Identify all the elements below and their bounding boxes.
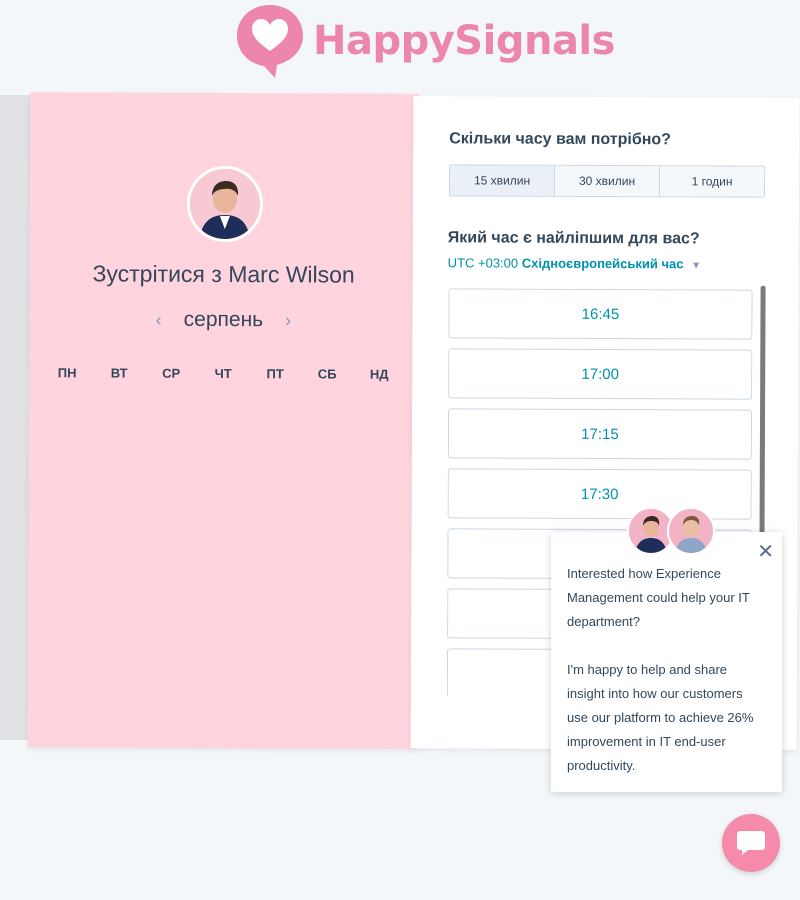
timezone-name: Східноєвропейський час [521, 255, 684, 272]
weekday-tue: ВТ [110, 365, 128, 381]
close-icon[interactable]: ✕ [757, 542, 774, 562]
weekday-fri: ПТ [266, 366, 284, 382]
duration-selector: 15 хвилин 30 хвилин 1 годин [448, 164, 766, 198]
host-panel: Зустрітися з Marc Wilson ‹ серпень › ПН … [27, 92, 419, 749]
person-avatar-icon [189, 168, 261, 240]
chevron-right-icon[interactable]: › [285, 310, 291, 331]
time-question: Який час є найліпшим для вас? [447, 229, 700, 248]
weekday-thu: ЧТ [214, 365, 232, 382]
chat-agent-avatars [627, 507, 715, 555]
slot-list-scrollbar[interactable] [759, 285, 766, 548]
month-navigator: ‹ серпень › [29, 307, 417, 333]
duration-30-button[interactable]: 30 хвилин [554, 165, 661, 197]
timezone-offset: UTC +03:00 [447, 255, 519, 271]
weekday-header: ПН ВТ СР ЧТ ПТ СБ НД [29, 365, 417, 382]
agent-avatar [667, 507, 715, 555]
happysignals-logo[interactable]: HappySignals [235, 2, 615, 80]
person-avatar-icon [669, 509, 713, 553]
logo-text: HappySignals [313, 18, 615, 64]
meeting-title: Зустрітися з Marc Wilson [92, 260, 355, 288]
weekday-wed: СР [162, 365, 181, 381]
duration-60-button[interactable]: 1 годин [659, 166, 765, 197]
duration-question: Скільки часу вам потрібно? [449, 130, 671, 149]
month-label: серпень [183, 307, 264, 332]
time-slot[interactable]: 16:45 [448, 288, 753, 340]
weekday-sun: НД [369, 366, 389, 382]
chat-launcher-button[interactable] [722, 814, 780, 872]
host-avatar [186, 165, 264, 243]
weekday-sat: СБ [317, 366, 337, 382]
duration-15-button[interactable]: 15 хвилин [449, 165, 556, 196]
chat-popup: ✕ Interested how Experience Management c… [551, 532, 782, 792]
caret-down-icon: ▼ [691, 260, 702, 272]
chevron-left-icon[interactable]: ‹ [156, 309, 162, 330]
chat-message: Interested how Experience Management cou… [567, 562, 767, 802]
timezone-dropdown[interactable]: UTC +03:00 Східноєвропейський час ▼ [448, 255, 701, 271]
weekday-mon: ПН [57, 365, 77, 381]
time-slot[interactable]: 17:00 [448, 348, 753, 400]
chat-message-body: I'm happy to help and share insight into… [567, 662, 754, 773]
chat-bubble-icon [737, 831, 765, 855]
speech-heart-icon [237, 5, 303, 78]
chat-message-intro: Interested how Experience Management cou… [567, 566, 750, 629]
time-slot[interactable]: 17:15 [447, 408, 753, 460]
